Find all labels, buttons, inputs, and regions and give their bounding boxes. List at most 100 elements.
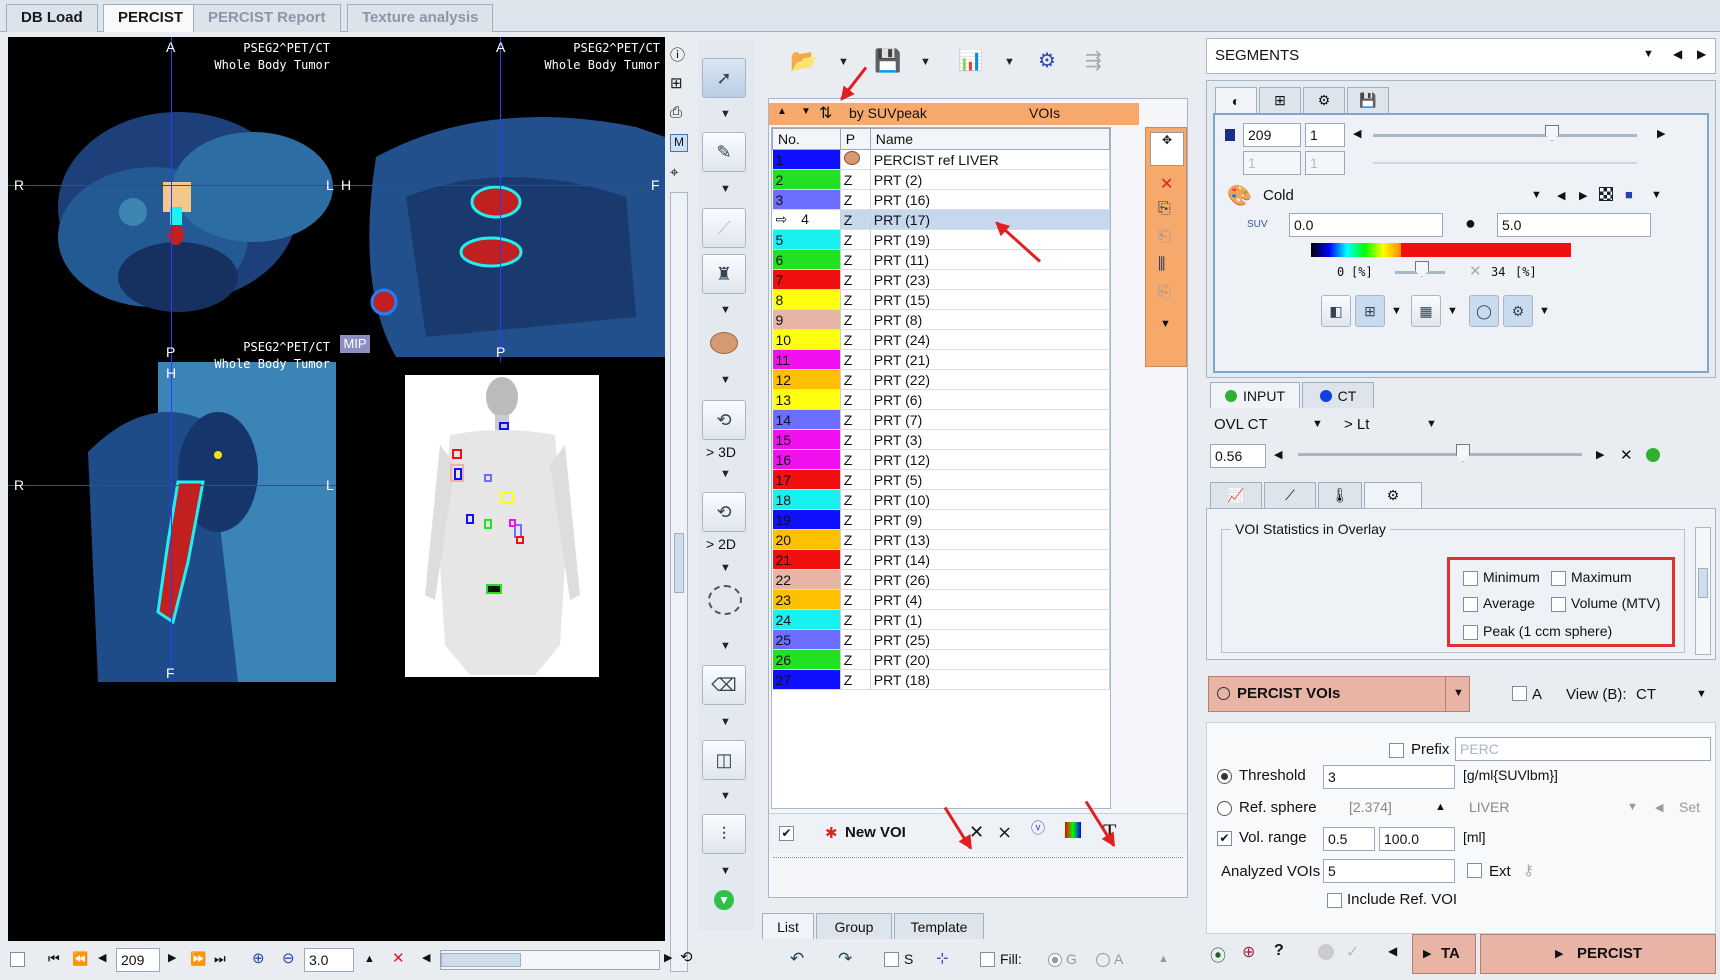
analyzed-field[interactable]: 5 xyxy=(1323,859,1455,883)
undo-icon[interactable]: ↶ xyxy=(790,949,804,969)
include-ref-checkbox[interactable] xyxy=(1327,893,1342,908)
prev-icon[interactable]: ◀ xyxy=(1655,801,1663,814)
voi-p-cell[interactable]: Z xyxy=(840,489,871,510)
split-tool-button[interactable]: ⫶ xyxy=(702,814,746,854)
redo-icon[interactable]: ↷ xyxy=(838,949,852,969)
suv-min-field[interactable]: 0.0 xyxy=(1289,213,1443,237)
viewport-axial[interactable] xyxy=(8,37,336,362)
chevron-down-icon[interactable]: ▼ xyxy=(1160,318,1171,330)
link-icon[interactable]: ⟲ xyxy=(680,948,693,966)
scroll-thumb[interactable] xyxy=(674,533,684,593)
next-icon[interactable]: ▶ xyxy=(1697,47,1706,61)
voi-p-cell[interactable]: Z xyxy=(840,349,871,370)
voi-name-cell[interactable]: PRT (3) xyxy=(870,429,1110,450)
statistics-icon[interactable]: 📊 xyxy=(958,48,983,73)
voi-color-cell[interactable]: 20 xyxy=(772,529,841,550)
chevron-down-icon[interactable]: ▼ xyxy=(1643,48,1654,60)
tab-template[interactable]: Template xyxy=(894,913,984,939)
chevron-down-icon[interactable]: ▼ xyxy=(720,468,731,480)
voi-name-cell[interactable]: PRT (10) xyxy=(870,489,1110,510)
up-icon[interactable]: ▲ xyxy=(1435,801,1446,813)
viewport-mip[interactable] xyxy=(405,375,599,677)
isocontour-icon[interactable] xyxy=(708,585,742,615)
voi-p-cell[interactable]: Z xyxy=(840,409,871,430)
box-tool-button[interactable]: ◫ xyxy=(702,740,746,780)
a-checkbox[interactable] xyxy=(1512,686,1527,701)
voi-row[interactable]: 14 Z PRT (7) xyxy=(772,409,1110,430)
ovl-slider-thumb[interactable] xyxy=(1456,444,1470,462)
volume-checkbox[interactable] xyxy=(1551,597,1566,612)
fast-forward-icon[interactable]: ⏩ xyxy=(190,951,206,967)
prev-icon[interactable]: ◀ xyxy=(1557,189,1565,202)
tab-histogram-icon[interactable]: 📈 xyxy=(1210,482,1262,508)
next-icon[interactable]: ▶ xyxy=(168,951,176,964)
prefix-field[interactable]: PERC xyxy=(1455,737,1711,761)
export-icon[interactable]: ⇶ xyxy=(1085,48,1102,73)
view-value[interactable]: CT xyxy=(1636,686,1656,703)
close-icon[interactable]: ✕ xyxy=(1620,446,1633,464)
voi-name-cell[interactable]: PRT (23) xyxy=(870,269,1110,290)
tools-icon[interactable]: ⚙ xyxy=(1038,48,1056,73)
voi-color-cell[interactable]: 27 xyxy=(772,669,841,690)
column-header-name[interactable]: Name xyxy=(869,128,1110,150)
invert-icon[interactable] xyxy=(1599,187,1613,201)
voi-name-cell[interactable]: PRT (6) xyxy=(870,389,1110,410)
voi-name-cell[interactable]: PRT (18) xyxy=(870,669,1110,690)
voi-p-cell[interactable]: Z xyxy=(840,529,871,550)
key-icon[interactable]: ⚷ xyxy=(1523,861,1534,879)
chevron-down-icon[interactable]: ▼ xyxy=(720,865,731,877)
pin-icon[interactable]: ⊹ xyxy=(936,949,949,967)
tab-stats-settings-icon[interactable]: ⚙ xyxy=(1364,482,1422,508)
voi-row[interactable]: 7 Z PRT (23) xyxy=(772,269,1110,290)
voi-row[interactable]: 17 Z PRT (5) xyxy=(772,469,1110,490)
maximum-checkbox[interactable] xyxy=(1551,571,1566,586)
frame-slider[interactable] xyxy=(1373,134,1637,137)
voi-color-cell[interactable]: 9 xyxy=(772,309,841,330)
voi-p-cell[interactable]: Z xyxy=(840,629,871,650)
close-icon[interactable]: ✕ xyxy=(1469,262,1482,280)
voi-color-cell[interactable]: 21 xyxy=(772,549,841,570)
next-icon[interactable]: ▶ xyxy=(664,951,672,964)
voi-row[interactable]: 8 Z PRT (15) xyxy=(772,289,1110,310)
chevron-down-icon[interactable]: ▼ xyxy=(1312,418,1323,430)
paste-icon[interactable]: ⎗ xyxy=(1158,228,1171,246)
delete-all-icon[interactable]: ⨯ xyxy=(997,822,1012,843)
splitter[interactable] xyxy=(773,857,1183,861)
segments-dropdown[interactable]: SEGMENTS ▼ ◀ ▶ xyxy=(1206,38,1716,74)
voi-color-cell[interactable]: 16 xyxy=(772,449,841,470)
tab-group[interactable]: Group xyxy=(816,913,892,939)
help-icon[interactable]: ? xyxy=(1274,942,1284,960)
prev-icon[interactable]: ◀ xyxy=(1673,47,1682,61)
chevron-down-icon[interactable]: ▼ xyxy=(1531,189,1542,201)
fast-back-icon[interactable]: ⏪ xyxy=(72,951,88,967)
frame-field[interactable]: 209 xyxy=(1243,123,1301,147)
voi-row[interactable]: 24 Z PRT (1) xyxy=(772,609,1110,630)
chevron-down-icon[interactable]: ▼ xyxy=(720,562,731,574)
s-checkbox[interactable] xyxy=(884,952,899,967)
voi-p-cell[interactable]: Z xyxy=(840,209,871,230)
overlay-mode-button[interactable]: ◧ xyxy=(1321,295,1351,327)
chevron-down-icon[interactable]: ▼ xyxy=(720,374,731,386)
chevron-down-icon[interactable]: ▼ xyxy=(720,108,731,120)
chevron-down-icon[interactable]: ▼ xyxy=(1651,189,1662,201)
prefix-checkbox[interactable] xyxy=(1389,743,1404,758)
voi-p-cell[interactable] xyxy=(840,149,871,170)
voi-color-cell[interactable]: 2 xyxy=(772,169,841,190)
stats-scroll-thumb[interactable] xyxy=(1698,568,1708,598)
voi-p-cell[interactable]: Z xyxy=(840,469,871,490)
voi-p-cell[interactable]: Z xyxy=(840,549,871,570)
image-viewer[interactable]: MIP PSEG2^PET/CT Whole Body Tumor PSEG2^P… xyxy=(8,37,665,941)
stats-scrollbar[interactable] xyxy=(1695,527,1711,655)
tab-percist[interactable]: PERCIST xyxy=(103,4,199,32)
pan-scroll-thumb[interactable] xyxy=(441,953,521,967)
voi-row[interactable]: 26 Z PRT (20) xyxy=(772,649,1110,670)
grid-button[interactable]: ▦ xyxy=(1411,295,1441,327)
voi-p-cell[interactable]: Z xyxy=(840,269,871,290)
voi-p-cell[interactable]: Z xyxy=(840,509,871,530)
voi-color-cell[interactable]: 8 xyxy=(772,289,841,310)
move-voi-icon[interactable]: ✥ xyxy=(1150,132,1184,166)
zoom-field[interactable]: 3.0 xyxy=(304,948,354,972)
voi-name-cell[interactable]: PRT (14) xyxy=(870,549,1110,570)
voi-color-cell[interactable]: 26 xyxy=(772,649,841,670)
chevron-down-icon[interactable]: ▼ xyxy=(1447,305,1458,317)
